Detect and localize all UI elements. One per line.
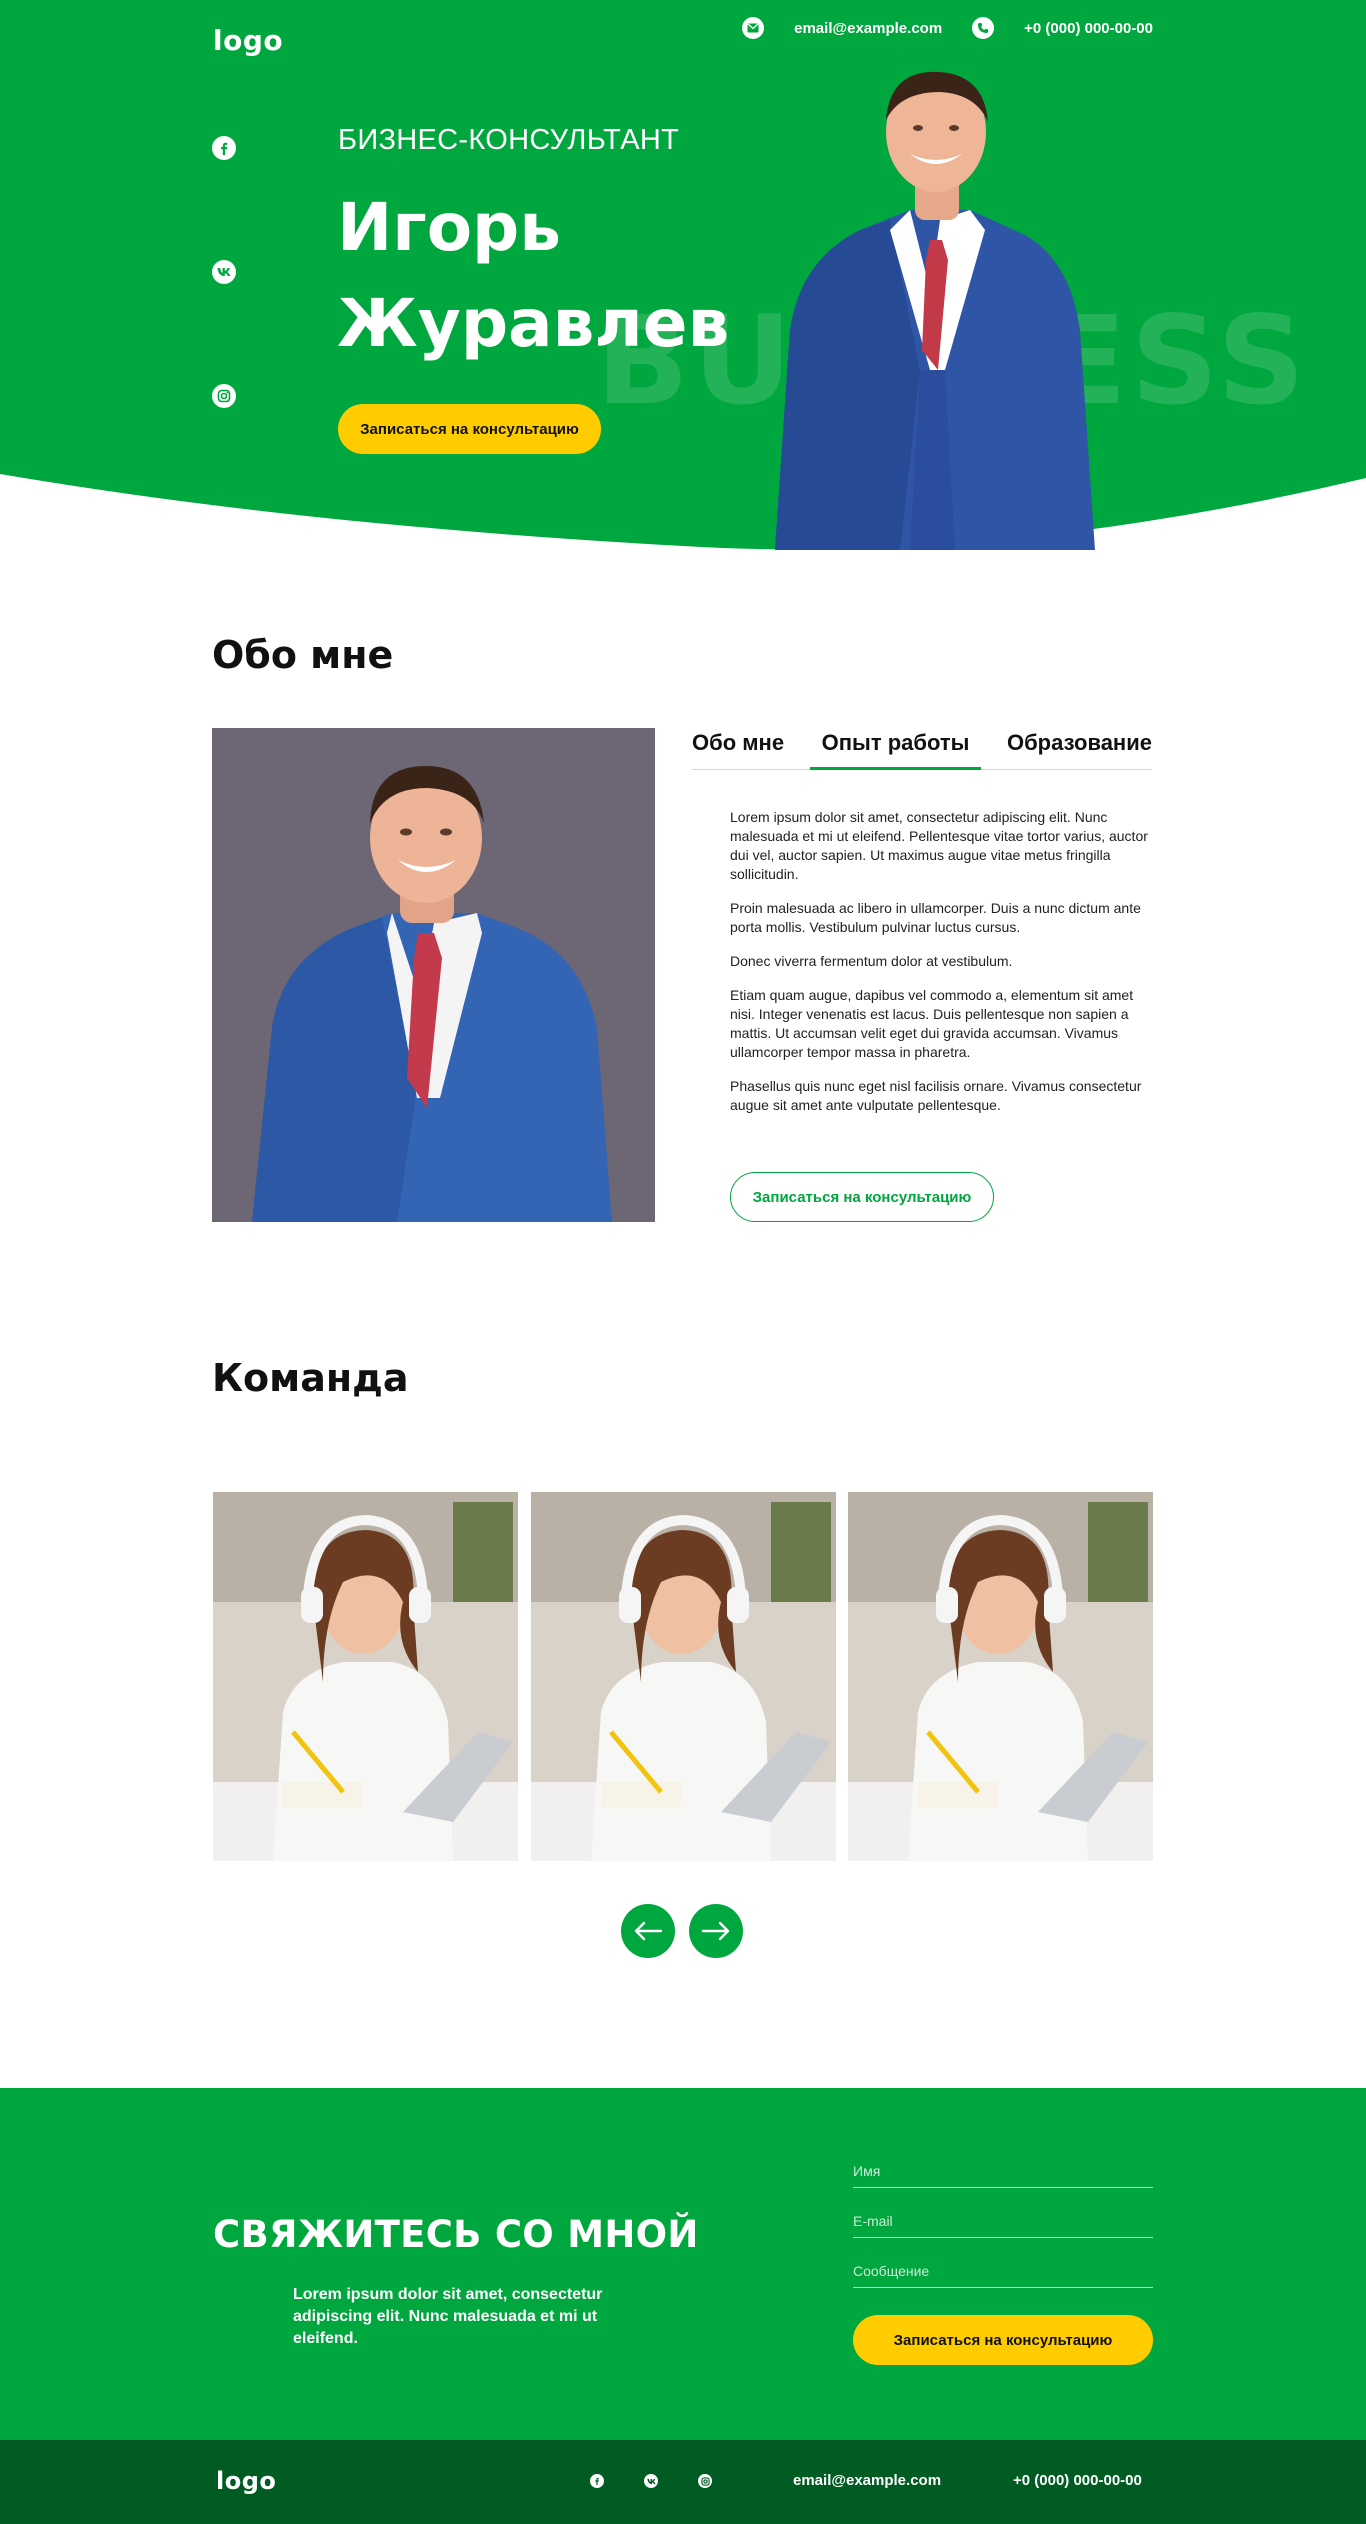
hero-social-links	[212, 136, 238, 508]
header-logo[interactable]: logo	[213, 24, 283, 57]
about-paragraph: Proin malesuada ac libero in ullamcorper…	[730, 900, 1141, 935]
contact-submit-button[interactable]: Записаться на консультацию	[853, 2315, 1153, 2365]
team-member-photo[interactable]	[531, 1492, 836, 1861]
phone-icon	[972, 17, 995, 39]
hero-consult-button[interactable]: Записаться на консультацию	[338, 404, 601, 454]
team-member-photo[interactable]	[848, 1492, 1153, 1861]
about-tabs: Обо мне Опыт работы Образование	[692, 728, 1152, 770]
vk-icon[interactable]	[644, 2474, 658, 2488]
footer-logo[interactable]: logo	[216, 2467, 276, 2495]
about-section-title: Обо мне	[212, 633, 394, 677]
about-paragraph: Donec viverra fermentum dolor at vestibu…	[730, 953, 1013, 969]
footer-phone[interactable]: +0 (000) 000-00-00	[1013, 2472, 1142, 2489]
vk-icon[interactable]	[212, 260, 236, 284]
hero-consultant-photo	[775, 71, 1095, 550]
facebook-icon[interactable]	[590, 2474, 604, 2488]
arrow-right-icon	[701, 1921, 730, 1941]
message-field[interactable]	[853, 2258, 1153, 2288]
footer-email[interactable]: email@example.com	[793, 2472, 941, 2489]
team-next-button[interactable]	[689, 1904, 743, 1958]
header-phone[interactable]: +0 (000) 000-00-00	[1024, 20, 1153, 37]
name-field[interactable]	[853, 2158, 1153, 2188]
tab-experience[interactable]: Опыт работы	[809, 728, 982, 770]
email-icon	[742, 17, 765, 39]
contact-section: СВЯЖИТЕСЬ СО МНОЙ Lorem ipsum dolor sit …	[0, 2088, 1366, 2440]
contact-title: СВЯЖИТЕСЬ СО МНОЙ	[213, 2213, 699, 2256]
contact-description: Lorem ipsum dolor sit amet, consectetur …	[293, 2286, 603, 2347]
about-tab-content: Lorem ipsum dolor sit amet, consectetur …	[730, 808, 1152, 1130]
team-section-title: Команда	[212, 1356, 409, 1400]
instagram-icon[interactable]	[212, 384, 236, 408]
hero-subtitle: БИЗНЕС-КОНСУЛЬТАНТ	[338, 124, 680, 156]
email-field[interactable]	[853, 2208, 1153, 2238]
arrow-left-icon	[634, 1921, 663, 1941]
footer: logo email@example.com +0 (000) 000-00-0…	[0, 2440, 1366, 2524]
tab-about[interactable]: Обо мне	[692, 728, 784, 769]
about-photo	[212, 728, 655, 1222]
facebook-icon[interactable]	[212, 136, 236, 160]
header-email[interactable]: email@example.com	[794, 20, 942, 37]
about-paragraph: Etiam quam augue, dapibus vel commodo a,…	[730, 987, 1134, 1060]
team-member-photo[interactable]	[213, 1492, 518, 1861]
about-paragraph: Lorem ipsum dolor sit amet, consectetur …	[730, 809, 1148, 882]
about-consult-button[interactable]: Записаться на консультацию	[730, 1172, 994, 1222]
hero-section: logo email@example.com +0 (000) 000-00-0…	[0, 0, 1366, 560]
hero-name-first: Игорь	[337, 189, 562, 266]
instagram-icon[interactable]	[698, 2474, 712, 2488]
tab-education[interactable]: Образование	[1007, 728, 1152, 769]
header-contacts: email@example.com +0 (000) 000-00-00	[742, 17, 1153, 39]
team-prev-button[interactable]	[621, 1904, 675, 1958]
about-paragraph: Phasellus quis nunc eget nisl facilisis …	[730, 1078, 1142, 1113]
